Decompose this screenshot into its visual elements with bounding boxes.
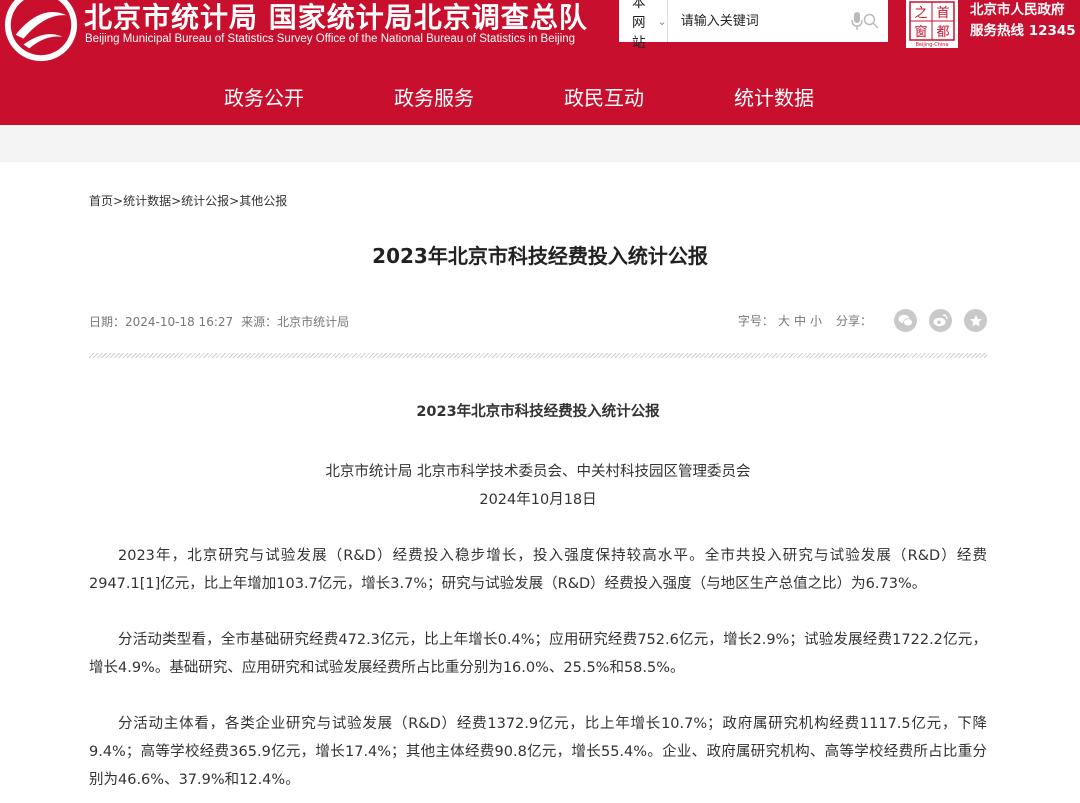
breadcrumb-separator: >: [171, 194, 182, 208]
government-hotline[interactable]: 北京市人民政府 服务热线 12345: [970, 0, 1076, 42]
svg-text:Beijing-China: Beijing-China: [915, 42, 948, 48]
wechat-icon[interactable]: [894, 309, 917, 332]
font-size-small-button[interactable]: 小: [810, 312, 822, 329]
search-input[interactable]: [667, 0, 851, 42]
breadcrumb-bulletins[interactable]: 统计公报: [181, 194, 229, 208]
article-paragraph: 分活动主体看，各类企业研究与试验发展（R&D）经费1372.9亿元，比上年增长1…: [89, 716, 987, 788]
breadcrumb-other-bulletins[interactable]: 其他公报: [239, 194, 287, 208]
hotline-label: 服务热线 12345: [970, 23, 1076, 39]
font-size-medium-button[interactable]: 中: [794, 312, 806, 329]
page-title: 2023年北京市科技经费投入统计公报: [372, 244, 708, 268]
nav-item-services[interactable]: 政务服务: [394, 72, 474, 125]
site-subtitle: Beijing Municipal Bureau of Statistics S…: [85, 33, 576, 45]
breadcrumb-separator: >: [229, 194, 240, 208]
main-nav: 政务公开 政务服务 政民互动 统计数据: [0, 72, 1080, 125]
breadcrumb: 首页>统计数据>统计公报>其他公报: [89, 192, 287, 209]
font-size-label: 字号：: [737, 314, 774, 328]
nav-item-statistics[interactable]: 统计数据: [734, 72, 814, 125]
share-label: 分享：: [835, 314, 872, 328]
page-gap: [0, 125, 1080, 162]
chevron-down-icon: ⌄: [657, 14, 667, 28]
article-date: 2024年10月18日: [479, 492, 597, 508]
article-title: 2023年北京市科技经费投入统计公报: [416, 404, 660, 420]
article-tools: 字号： 大 中 小 分享：: [738, 309, 987, 332]
weibo-icon[interactable]: [929, 309, 952, 332]
favorite-icon[interactable]: [964, 309, 987, 332]
publish-date: 日期：2024-10-18 16:27: [89, 315, 234, 329]
nav-item-interaction[interactable]: 政民互动: [564, 72, 644, 125]
source-label: 来源：北京市统计局: [241, 315, 350, 329]
site-header: 北京市统计局 国家统计局北京调查总队 Beijing Municipal Bur…: [0, 0, 1080, 72]
article-body: 2023年北京市科技经费投入统计公报 北京市统计局 北京市科学技术委员会、中关村…: [89, 398, 987, 794]
svg-text:首: 首: [936, 6, 949, 21]
hatched-divider: [89, 353, 987, 358]
breadcrumb-separator: >: [113, 194, 124, 208]
article-paragraph: 2023年，北京研究与试验发展（R&D）经费投入稳步增长，投入强度保持较高水平。…: [89, 548, 987, 592]
svg-text:之: 之: [914, 6, 927, 21]
search-box: 本网站 ⌄: [619, 0, 888, 51]
search-scope-select[interactable]: 本网站 ⌄: [619, 0, 668, 51]
site-title: 北京市统计局 国家统计局北京调查总队: [84, 1, 588, 34]
breadcrumb-home[interactable]: 首页: [89, 194, 113, 208]
search-scope-label: 本网站: [632, 0, 646, 51]
gov-name: 北京市人民政府: [970, 2, 1065, 18]
svg-text:都: 都: [936, 25, 949, 40]
microphone-icon[interactable]: [850, 0, 863, 42]
font-size-large-button[interactable]: 大: [778, 312, 790, 329]
article-paragraph: 分活动类型看，全市基础研究经费472.3亿元，比上年增长0.4%；应用研究经费7…: [89, 632, 987, 676]
capital-window-logo-icon[interactable]: 之 首 窗 都 Beijing-China: [906, 0, 958, 48]
article-meta: 日期：2024-10-18 16:27 来源：北京市统计局: [89, 313, 357, 330]
article-issuers: 北京市统计局 北京市科学技术委员会、中关村科技园区管理委员会: [325, 464, 751, 480]
svg-text:窗: 窗: [914, 24, 927, 40]
search-icon[interactable]: [863, 0, 879, 42]
breadcrumb-statistics[interactable]: 统计数据: [123, 194, 171, 208]
nav-item-government-affairs[interactable]: 政务公开: [224, 72, 304, 125]
article-container: 首页>统计数据>统计公报>其他公报 2023年北京市科技经费投入统计公报 日期：…: [0, 162, 1080, 803]
bureau-logo-icon[interactable]: [2, 0, 80, 64]
